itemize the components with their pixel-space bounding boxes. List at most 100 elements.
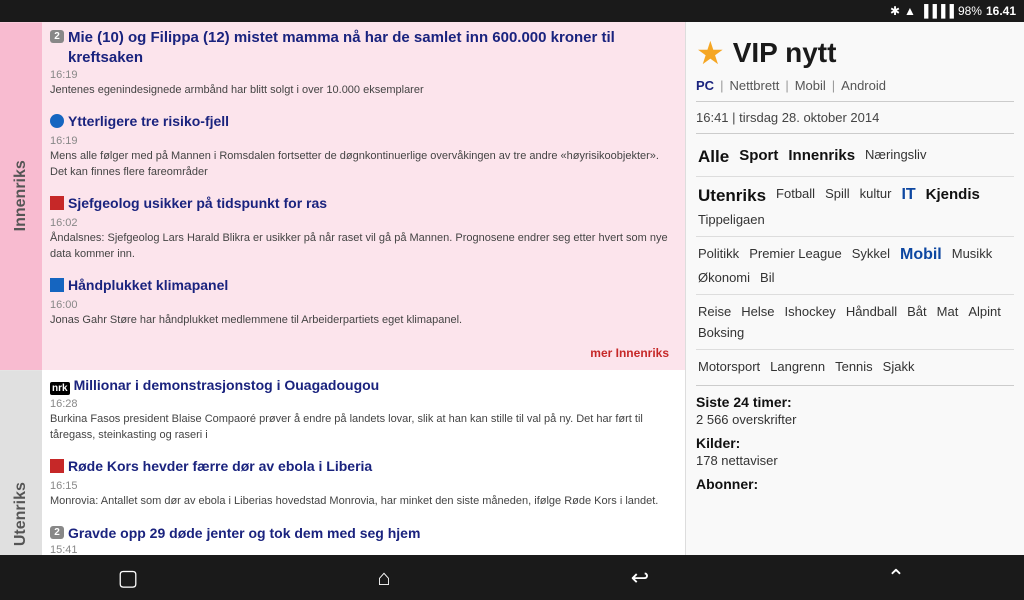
cat-divider-3 <box>696 294 1014 295</box>
list-item[interactable]: 2 Mie (10) og Filippa (12) mistet mamma … <box>50 28 677 104</box>
utenriks-content: nrk Millionar i demonstrasjonstog i Ouag… <box>42 370 685 555</box>
cat-bat[interactable]: Båt <box>905 303 929 320</box>
status-icons: ✱ ▲ ▐▐▐▐ 98% 16.41 <box>890 4 1016 18</box>
news-title: Håndplukket klimapanel <box>68 276 677 294</box>
cat-sjakk[interactable]: Sjakk <box>881 358 917 375</box>
cat-divider-1 <box>696 176 1014 177</box>
cat-handball[interactable]: Håndball <box>844 303 899 320</box>
clock: 16.41 <box>986 4 1016 18</box>
news-badge: 2 <box>50 30 64 43</box>
cat-fotball[interactable]: Fotball <box>774 185 817 207</box>
news-title: Millionar i demonstrasjonstog i Ouagadou… <box>74 376 677 394</box>
cat-utenriks[interactable]: Utenriks <box>696 185 768 207</box>
platform-android[interactable]: Android <box>841 78 886 93</box>
right-panel: ★ VIP nytt PC | Nettbrett | Mobil | Andr… <box>685 22 1024 555</box>
cat-mat[interactable]: Mat <box>935 303 961 320</box>
square-icon <box>50 196 64 215</box>
news-title: Røde Kors hevder færre dør av ebola i Li… <box>68 457 677 475</box>
news-desc: Monrovia: Antallet som dør av ebola i Li… <box>50 494 677 509</box>
news-desc: Jentenes egenindesignede armbånd har bli… <box>50 83 677 98</box>
square2-icon <box>50 278 64 297</box>
category-grid: Alle Sport Innenriks Næringsliv Utenriks… <box>696 146 1014 375</box>
cat-kultur[interactable]: kultur <box>858 185 894 207</box>
platform-pc[interactable]: PC <box>696 78 714 93</box>
news-time: 16:02 <box>50 217 677 229</box>
cat-ishockey[interactable]: Ishockey <box>783 303 838 320</box>
circle-icon <box>50 114 64 133</box>
stats-headlines: 2 566 overskrifter <box>696 412 1014 427</box>
news-title: Ytterligere tre risiko-fjell <box>68 112 677 130</box>
vip-title: VIP nytt <box>733 37 837 69</box>
cat-alpint[interactable]: Alpint <box>966 303 1003 320</box>
platform-nettbrett[interactable]: Nettbrett <box>729 78 779 93</box>
cat-it[interactable]: IT <box>899 185 917 207</box>
news-title: Mie (10) og Filippa (12) mistet mamma nå… <box>68 28 677 67</box>
news-time: 15:41 <box>50 544 677 555</box>
cat-tippeligaen[interactable]: Tippeligaen <box>696 211 767 228</box>
cat-kjendis[interactable]: Kjendis <box>924 185 982 207</box>
left-panel: Innenriks 2 Mie (10) og Filippa (12) mis… <box>0 22 685 555</box>
cat-sport[interactable]: Sport <box>737 146 780 168</box>
news-desc: Mens alle følger med på Mannen i Romsdal… <box>50 149 677 180</box>
vip-platforms: PC | Nettbrett | Mobil | Android <box>696 78 1014 102</box>
cat-musikk[interactable]: Musikk <box>950 245 994 265</box>
list-item[interactable]: 2 Gravde opp 29 døde jenter og tok dem m… <box>50 524 677 555</box>
list-item[interactable]: Sjefgeolog usikker på tidspunkt for ras … <box>50 194 677 268</box>
cat-divider-4 <box>696 349 1014 350</box>
bluetooth-icon: ✱ <box>890 4 900 18</box>
list-item[interactable]: Håndplukket klimapanel 16:00 Jonas Gahr … <box>50 276 677 334</box>
wifi-icon: ▲ <box>904 4 916 18</box>
stats-sources-title: Kilder: <box>696 435 1014 451</box>
news-time: 16:15 <box>50 480 677 492</box>
stats-24h-title: Siste 24 timer: <box>696 394 1014 410</box>
cat-politikk[interactable]: Politikk <box>696 245 741 265</box>
cat-langrenn[interactable]: Langrenn <box>768 358 827 375</box>
back-button[interactable]: ↩ <box>610 558 670 598</box>
cat-motorsport[interactable]: Motorsport <box>696 358 762 375</box>
cat-okonomi[interactable]: Økonomi <box>696 269 752 286</box>
recent-apps-button[interactable]: ▢ <box>98 558 158 598</box>
cat-bil[interactable]: Bil <box>758 269 776 286</box>
cat-sykkel[interactable]: Sykkel <box>850 245 892 265</box>
cat-divider-2 <box>696 236 1014 237</box>
news-desc: Jonas Gahr Støre har håndplukket medlemm… <box>50 313 677 328</box>
cat-boksing[interactable]: Boksing <box>696 324 746 341</box>
innenriks-section: Innenriks 2 Mie (10) og Filippa (12) mis… <box>0 22 685 370</box>
menu-button[interactable]: ⌃ <box>866 558 926 598</box>
more-innenriks-link[interactable]: mer Innenriks <box>50 342 677 364</box>
status-bar: ✱ ▲ ▐▐▐▐ 98% 16.41 <box>0 0 1024 22</box>
vip-datetime: 16:41 | tirsdag 28. oktober 2014 <box>696 110 1014 134</box>
cat-spill[interactable]: Spill <box>823 185 852 207</box>
cat-helse[interactable]: Helse <box>739 303 776 320</box>
stats-subscriptions-title: Abonner: <box>696 476 1014 492</box>
news-badge: 2 <box>50 526 64 539</box>
cat-premier[interactable]: Premier League <box>747 245 844 265</box>
news-title: Sjefgeolog usikker på tidspunkt for ras <box>68 194 677 212</box>
news-title: Gravde opp 29 døde jenter og tok dem med… <box>68 524 677 542</box>
utenriks-label: Utenriks <box>0 370 42 555</box>
battery-level: 98% <box>958 4 982 18</box>
cat-tennis[interactable]: Tennis <box>833 358 875 375</box>
stats-section: Siste 24 timer: 2 566 overskrifter Kilde… <box>696 385 1014 492</box>
square-icon <box>50 459 64 478</box>
platform-mobil[interactable]: Mobil <box>795 78 826 93</box>
signal-icon: ▐▐▐▐ <box>920 4 954 18</box>
list-item[interactable]: nrk Millionar i demonstrasjonstog i Ouag… <box>50 376 677 449</box>
cat-naeringsliv[interactable]: Næringsliv <box>863 146 928 168</box>
list-item[interactable]: Ytterligere tre risiko-fjell 16:19 Mens … <box>50 112 677 186</box>
home-button[interactable]: ⌂ <box>354 558 414 598</box>
bottom-nav: ▢ ⌂ ↩ ⌃ <box>0 555 1024 600</box>
cat-mobil[interactable]: Mobil <box>898 245 944 265</box>
news-desc: Burkina Fasos president Blaise Compaoré … <box>50 412 677 443</box>
cat-innenriks[interactable]: Innenriks <box>786 146 857 168</box>
main-area: Innenriks 2 Mie (10) og Filippa (12) mis… <box>0 22 1024 555</box>
stats-sources: 178 nettaviser <box>696 453 1014 468</box>
innenriks-content: 2 Mie (10) og Filippa (12) mistet mamma … <box>42 22 685 370</box>
list-item[interactable]: Røde Kors hevder færre dør av ebola i Li… <box>50 457 677 515</box>
cat-reise[interactable]: Reise <box>696 303 733 320</box>
cat-alle[interactable]: Alle <box>696 146 731 168</box>
vip-header: ★ VIP nytt <box>696 34 1014 72</box>
news-time: 16:19 <box>50 69 677 81</box>
vip-star-icon: ★ <box>696 34 725 72</box>
news-desc: Åndalsnes: Sjefgeolog Lars Harald Blikra… <box>50 231 677 262</box>
